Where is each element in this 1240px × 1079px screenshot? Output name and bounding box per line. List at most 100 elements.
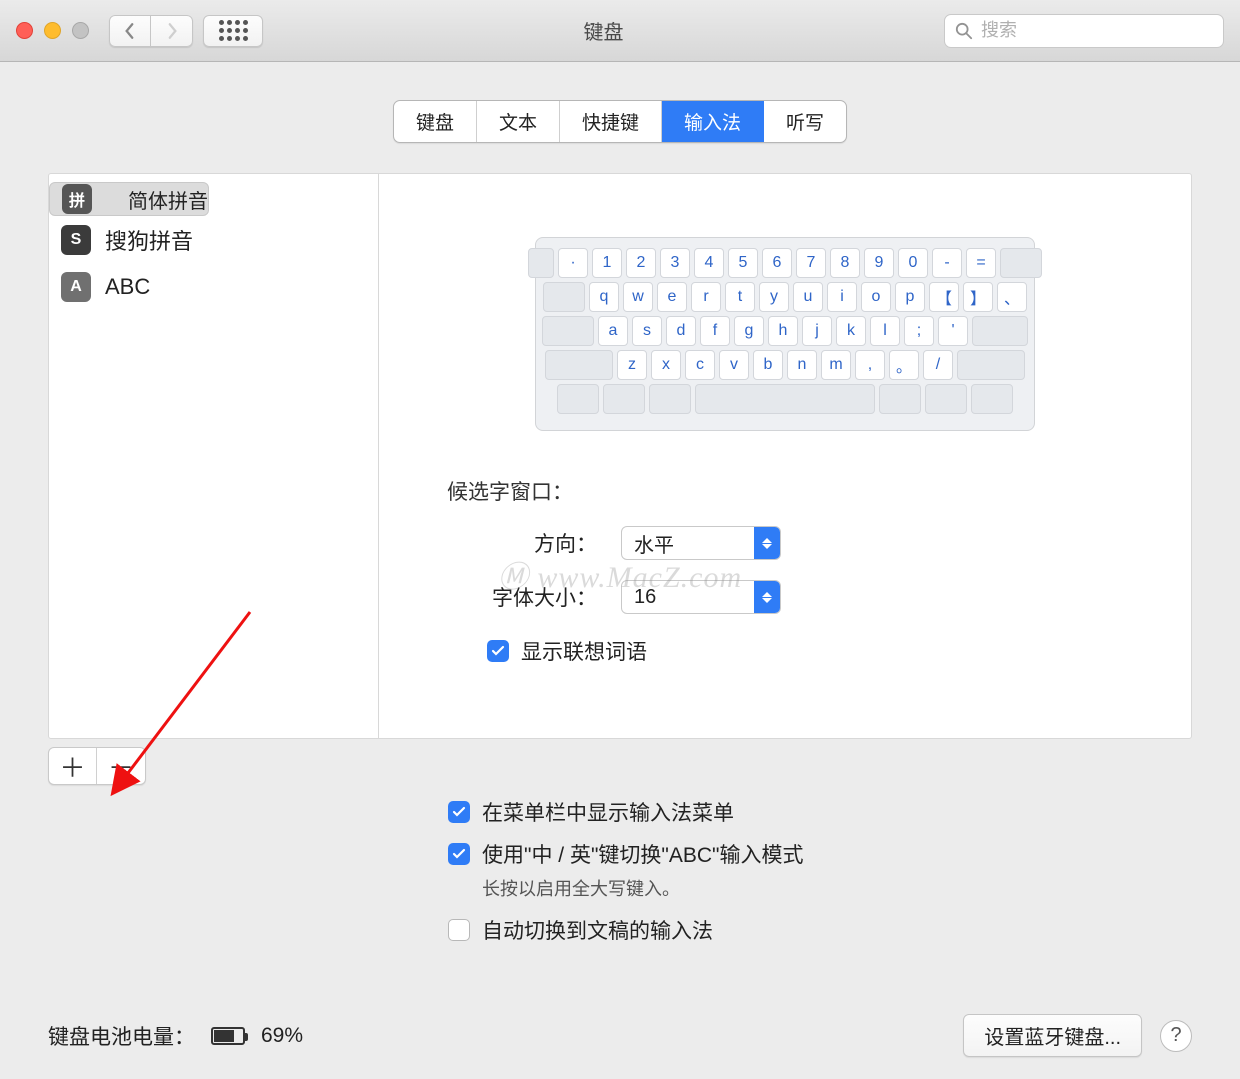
keyboard-key: a <box>598 316 628 346</box>
menubar-checkbox[interactable] <box>448 801 470 823</box>
keyboard-key: · <box>558 248 588 278</box>
keyboard-key: q <box>589 282 619 312</box>
keyboard-key: j <box>802 316 832 346</box>
tab-bar: 键盘 文本 快捷键 输入法 听写 <box>48 100 1192 143</box>
stepper-icon <box>754 581 780 613</box>
fontsize-label: 字体大小： <box>487 582 597 612</box>
keyboard-key: k <box>836 316 866 346</box>
direction-value: 水平 <box>634 529 674 558</box>
menubar-label: 在菜单栏中显示输入法菜单 <box>482 797 734 827</box>
keyboard-key: f <box>700 316 730 346</box>
forward-button[interactable] <box>151 15 193 47</box>
keyboard-key: n <box>787 350 817 380</box>
keyboard-key: 7 <box>796 248 826 278</box>
fontsize-value: 16 <box>634 586 656 609</box>
keyboard-key: 8 <box>830 248 860 278</box>
autoswitch-checkbox[interactable]: ✓ <box>448 919 470 941</box>
remove-input-source-button[interactable]: － <box>97 748 145 784</box>
chevron-right-icon <box>165 22 179 40</box>
keyboard-key: 2 <box>626 248 656 278</box>
tab-dictation[interactable]: 听写 <box>764 101 846 142</box>
check-icon <box>452 805 466 819</box>
chevron-left-icon <box>123 22 137 40</box>
bluetooth-keyboard-button[interactable]: 设置蓝牙键盘... <box>963 1014 1142 1057</box>
help-button[interactable]: ? <box>1160 1020 1192 1052</box>
search-field[interactable] <box>944 14 1224 48</box>
keyboard-key: 【 <box>929 282 959 312</box>
check-icon <box>452 847 466 861</box>
direction-select[interactable]: 水平 <box>621 526 781 560</box>
search-icon <box>955 22 973 40</box>
bottom-options: 在菜单栏中显示输入法菜单 使用"中 / 英"键切换"ABC"输入模式 长按以启用… <box>448 797 1192 945</box>
suggest-checkbox[interactable] <box>487 640 509 662</box>
capslock-label: 使用"中 / 英"键切换"ABC"输入模式 <box>482 839 804 869</box>
battery-label: 键盘电池电量： <box>48 1021 195 1051</box>
nav-buttons <box>109 15 193 47</box>
keyboard-key: y <box>759 282 789 312</box>
menubar-row: 在菜单栏中显示输入法菜单 <box>448 797 1192 827</box>
keyboard-key: x <box>651 350 681 380</box>
add-remove-buttons: ＋ － <box>48 747 146 785</box>
search-input[interactable] <box>981 20 1213 41</box>
abc-icon: A <box>61 272 91 302</box>
keyboard-key: 】 <box>963 282 993 312</box>
capslock-checkbox[interactable] <box>448 843 470 865</box>
keyboard-key: l <box>870 316 900 346</box>
ime-sogou-pinyin[interactable]: S 搜狗拼音 <box>49 216 378 264</box>
grid-icon <box>219 20 248 41</box>
keyboard-key: b <box>753 350 783 380</box>
candidate-section-title: 候选字窗口： <box>447 476 1163 506</box>
ime-label: 搜狗拼音 <box>105 224 193 256</box>
keyboard-key: g <box>734 316 764 346</box>
direction-row: 方向： 水平 <box>487 526 1163 560</box>
keyboard-key: m <box>821 350 851 380</box>
keyboard-key: w <box>623 282 653 312</box>
fontsize-row: 字体大小： 16 <box>487 580 1163 614</box>
ime-label: 简体拼音 <box>128 185 208 214</box>
keyboard-key: c <box>685 350 715 380</box>
ime-label: ABC <box>105 274 150 300</box>
traffic-lights <box>16 22 89 39</box>
input-source-detail: .·1234567890-=. .qwertyuiop【】、 .asdfghjk… <box>379 174 1191 738</box>
tab-shortcuts[interactable]: 快捷键 <box>560 101 662 142</box>
fontsize-select[interactable]: 16 <box>621 580 781 614</box>
check-icon <box>491 644 505 658</box>
keyboard-key: s <box>632 316 662 346</box>
keyboard-key: 5 <box>728 248 758 278</box>
keyboard-key: d <box>666 316 696 346</box>
footer: 键盘电池电量： 69% 设置蓝牙键盘... ? <box>48 1014 1192 1057</box>
stepper-icon <box>754 527 780 559</box>
keyboard-key: p <box>895 282 925 312</box>
keyboard-key: t <box>725 282 755 312</box>
pinyin-icon: 拼 <box>62 184 92 214</box>
add-input-source-button[interactable]: ＋ <box>49 748 97 784</box>
keyboard-key: 3 <box>660 248 690 278</box>
keyboard-key: 1 <box>592 248 622 278</box>
keyboard-key: 。 <box>889 350 919 380</box>
capslock-hint: 长按以启用全大写键入。 <box>482 875 1192 901</box>
keyboard-key: 、 <box>997 282 1027 312</box>
keyboard-key: v <box>719 350 749 380</box>
sogou-icon: S <box>61 225 91 255</box>
ime-simplified-pinyin[interactable]: 拼 简体拼音 <box>49 182 209 216</box>
tab-keyboard[interactable]: 键盘 <box>394 101 477 142</box>
minimize-window[interactable] <box>44 22 61 39</box>
back-button[interactable] <box>109 15 151 47</box>
show-all-button[interactable] <box>203 15 263 47</box>
keyboard-key: / <box>923 350 953 380</box>
suggest-label: 显示联想词语 <box>521 636 647 666</box>
battery-status: 键盘电池电量： 69% <box>48 1021 303 1051</box>
window-title: 键盘 <box>273 16 934 45</box>
keyboard-key: , <box>855 350 885 380</box>
keyboard-key: e <box>657 282 687 312</box>
close-window[interactable] <box>16 22 33 39</box>
keyboard-key: u <box>793 282 823 312</box>
tab-input-sources[interactable]: 输入法 <box>662 101 764 142</box>
tab-text[interactable]: 文本 <box>477 101 560 142</box>
keyboard-key: ' <box>938 316 968 346</box>
toolbar: 键盘 <box>0 0 1240 62</box>
ime-abc[interactable]: A ABC <box>49 264 378 310</box>
keyboard-key: i <box>827 282 857 312</box>
keyboard-key: ; <box>904 316 934 346</box>
battery-percent: 69% <box>261 1024 303 1048</box>
